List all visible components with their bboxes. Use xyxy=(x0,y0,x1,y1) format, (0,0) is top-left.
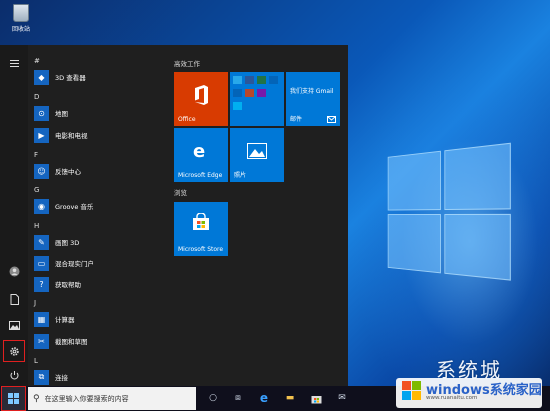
powerpoint-mini-icon xyxy=(245,89,254,97)
onenote-mini-icon xyxy=(257,89,266,97)
app-connect[interactable]: ⧉ 连接 xyxy=(34,368,68,386)
search-placeholder: 在这里输入你要搜索的内容 xyxy=(44,394,129,403)
start-button[interactable] xyxy=(1,386,26,411)
task-view-icon[interactable]: ⧈ xyxy=(230,390,246,406)
desktop-windows-logo xyxy=(387,141,522,288)
store-tile[interactable]: Microsoft Store xyxy=(174,202,228,256)
hamburger-icon[interactable] xyxy=(4,53,24,73)
tile-area: 高效工作 Office 我们支持 Gmail 邮件 e Microsoft Ed… xyxy=(168,45,348,386)
app-feedback-hub[interactable]: ☺ 反馈中心 xyxy=(34,162,81,180)
map-icon: ⊙ xyxy=(34,105,49,121)
tile-group-label[interactable]: 浏览 xyxy=(174,187,187,197)
office-icon xyxy=(195,85,208,105)
recycle-bin-icon xyxy=(13,4,29,22)
search-icon: ⚲ xyxy=(33,393,40,404)
app-section-header[interactable]: D xyxy=(34,93,39,101)
app-section-header[interactable]: F xyxy=(34,151,38,159)
app-list: # ◆ 3D 查看器 D ⊙ 地图 ▶ 电影和电视 F ☺ 反馈中心 G ◉ G… xyxy=(30,45,166,386)
paint-3d-icon: ✎ xyxy=(34,234,49,250)
onedrive-mini-icon xyxy=(269,76,278,84)
app-mixed-reality[interactable]: ▭ 混合现实门户 xyxy=(34,254,94,272)
calculator-icon: ▦ xyxy=(34,311,49,327)
headset-icon: ▭ xyxy=(34,255,49,271)
help-icon: ? xyxy=(34,276,49,292)
excel-mini-icon xyxy=(257,76,266,84)
settings-icon[interactable] xyxy=(3,340,25,362)
watermark: 系统城 windows系统家园 www.ruanaitu.com xyxy=(396,358,546,408)
photos-tile[interactable]: 照片 xyxy=(230,128,284,182)
app-section-header[interactable]: G xyxy=(34,186,39,194)
search-box[interactable]: ⚲ 在这里输入你要搜索的内容 xyxy=(28,387,196,410)
power-icon[interactable] xyxy=(4,365,24,385)
film-icon: ▶ xyxy=(34,127,49,143)
cortana-icon[interactable]: ○ xyxy=(205,390,221,406)
edge-taskbar-icon[interactable]: e xyxy=(256,390,272,406)
edge-icon: e xyxy=(193,141,206,162)
app-section-header[interactable]: # xyxy=(34,57,40,65)
app-calculator[interactable]: ▦ 计算器 xyxy=(34,310,75,328)
store-taskbar-icon[interactable] xyxy=(308,390,324,406)
word-mini-icon xyxy=(245,76,254,84)
document-icon[interactable] xyxy=(4,289,24,309)
gmail-text: 我们支持 Gmail xyxy=(290,88,334,95)
app-3d-viewer[interactable]: ◆ 3D 查看器 xyxy=(34,68,86,86)
snip-icon: ✂ xyxy=(34,333,49,349)
edge-tile[interactable]: e Microsoft Edge xyxy=(174,128,228,182)
start-rail xyxy=(0,45,28,386)
pictures-icon[interactable] xyxy=(4,315,24,335)
app-section-header[interactable]: H xyxy=(34,222,39,230)
app-movies-tv[interactable]: ▶ 电影和电视 xyxy=(34,126,88,144)
user-icon[interactable] xyxy=(4,261,24,281)
recycle-bin[interactable]: 回收站 xyxy=(6,4,36,33)
app-get-help[interactable]: ? 获取帮助 xyxy=(34,275,81,293)
app-snip-sketch[interactable]: ✂ 截图和草图 xyxy=(34,332,88,350)
tile-group-label[interactable]: 高效工作 xyxy=(174,58,200,68)
skype-mini-icon xyxy=(233,102,242,110)
mail-icon xyxy=(327,116,336,123)
office-tile[interactable]: Office xyxy=(174,72,228,126)
feedback-icon: ☺ xyxy=(34,163,49,179)
connect-icon: ⧉ xyxy=(34,369,49,385)
app-section-header[interactable]: L xyxy=(34,357,38,365)
store-bag-icon xyxy=(193,213,209,230)
photos-icon xyxy=(247,143,267,159)
office-apps-tile[interactable] xyxy=(230,72,284,126)
app-section-header[interactable]: J xyxy=(34,299,36,307)
windows-flag-icon xyxy=(402,381,422,401)
app-paint-3d[interactable]: ✎ 画图 3D xyxy=(34,233,79,251)
cube-icon: ◆ xyxy=(34,69,49,85)
mail-tile[interactable]: 我们支持 Gmail 邮件 xyxy=(286,72,340,126)
watermark-url: www.ruanaitu.com xyxy=(426,395,478,401)
windows-icon xyxy=(8,393,19,404)
start-menu: # ◆ 3D 查看器 D ⊙ 地图 ▶ 电影和电视 F ☺ 反馈中心 G ◉ G… xyxy=(0,45,348,386)
cloud-mini-icon xyxy=(233,89,242,97)
recycle-bin-label: 回收站 xyxy=(11,26,30,33)
music-disc-icon: ◉ xyxy=(34,198,49,214)
mail-taskbar-icon[interactable]: ✉ xyxy=(334,390,350,406)
app-maps[interactable]: ⊙ 地图 xyxy=(34,104,68,122)
app-groove-music[interactable]: ◉ Groove 音乐 xyxy=(34,197,93,215)
outlook-mini-icon xyxy=(233,76,242,84)
file-explorer-icon[interactable]: ▬ xyxy=(282,390,298,406)
